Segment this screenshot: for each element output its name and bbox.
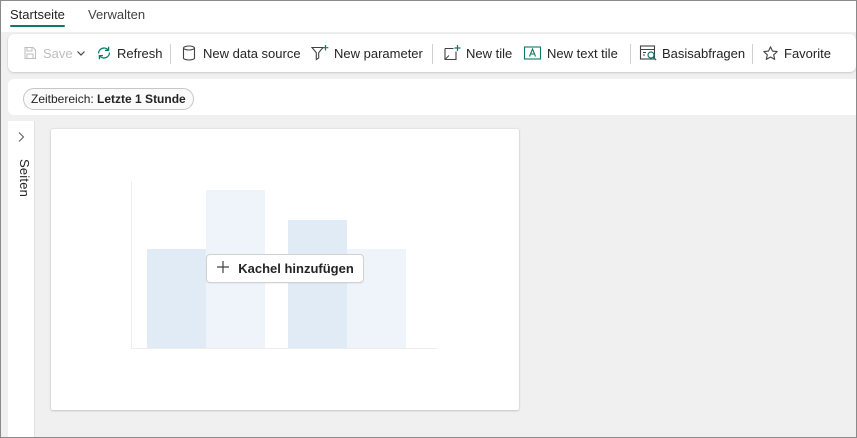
save-icon: [22, 45, 38, 61]
save-label: Save: [43, 45, 73, 61]
time-range-value: Letzte 1 Stunde: [97, 92, 186, 106]
dashboard-canvas: Kachel hinzufügen: [51, 129, 519, 410]
new-tile-button[interactable]: New tile: [442, 34, 512, 72]
base-queries-button[interactable]: Basisabfragen: [639, 34, 745, 72]
ribbon-tabs: Startseite Verwalten: [1, 1, 856, 32]
new-data-source-label: New data source: [203, 45, 301, 61]
save-dropdown-button[interactable]: [75, 34, 87, 72]
text-box-icon: [523, 44, 542, 62]
favorite-label: Favorite: [784, 45, 831, 61]
plus-icon: [216, 260, 230, 277]
chevron-right-icon[interactable]: [16, 131, 26, 146]
star-icon: [762, 45, 779, 62]
dashboard-main: Seiten Kachel hinzufügen: [1, 117, 856, 437]
refresh-button[interactable]: Refresh: [95, 34, 163, 72]
toolbar-divider: [752, 44, 753, 64]
time-range-label: Zeitbereich:: [31, 92, 94, 106]
refresh-icon: [95, 44, 113, 62]
toolbar-divider: [432, 44, 433, 64]
time-range-filter[interactable]: Zeitbereich: Letzte 1 Stunde: [23, 88, 194, 110]
base-queries-label: Basisabfragen: [662, 45, 746, 61]
new-parameter-button[interactable]: New parameter: [310, 34, 423, 72]
tab-startseite[interactable]: Startseite: [10, 7, 65, 29]
add-tile-label: Kachel hinzufügen: [238, 261, 354, 276]
dashboard-window: Startseite Verwalten Save Refresh New da…: [0, 0, 857, 438]
new-tile-label: New tile: [466, 45, 513, 61]
chevron-down-icon: [75, 47, 87, 59]
pages-pane: Seiten: [8, 121, 35, 437]
toolbar-area: Save Refresh New data source New paramet…: [1, 32, 856, 77]
add-tile-button[interactable]: Kachel hinzufügen: [206, 254, 364, 283]
tab-verwalten[interactable]: Verwalten: [88, 7, 145, 29]
refresh-label: Refresh: [117, 45, 163, 61]
new-text-tile-label: New text tile: [547, 45, 618, 61]
placeholder-bar: [288, 220, 347, 348]
placeholder-bar: [147, 249, 206, 348]
pages-pane-label: Seiten: [17, 159, 32, 198]
new-text-tile-button[interactable]: New text tile: [523, 34, 618, 72]
tile-add-icon: [442, 44, 462, 62]
query-icon: [639, 44, 658, 62]
filter-bar-inner: Zeitbereich: Letzte 1 Stunde: [8, 79, 856, 115]
new-parameter-label: New parameter: [334, 45, 423, 61]
database-icon: [181, 44, 197, 62]
new-data-source-button[interactable]: New data source: [181, 34, 301, 72]
save-button[interactable]: Save: [22, 34, 73, 72]
filter-bar: Zeitbereich: Letzte 1 Stunde: [1, 77, 856, 117]
filter-add-icon: [310, 44, 330, 62]
toolbar: Save Refresh New data source New paramet…: [8, 34, 856, 72]
toolbar-divider: [170, 44, 171, 64]
favorite-button[interactable]: Favorite: [762, 34, 831, 72]
toolbar-divider: [630, 44, 631, 64]
